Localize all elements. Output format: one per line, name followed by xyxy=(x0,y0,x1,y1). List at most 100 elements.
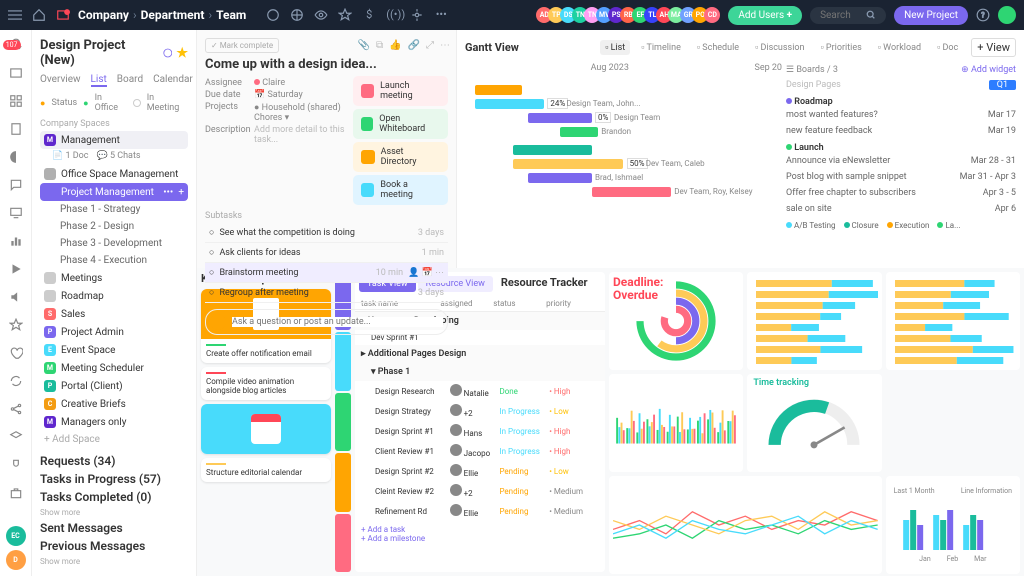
resource-phase[interactable]: ▾ Phase 1 xyxy=(355,363,605,381)
phase-item[interactable]: Phase 3 - Development xyxy=(40,235,188,252)
resource-row[interactable]: Design Strategy +2In Progress• Low xyxy=(355,401,605,421)
resource-row[interactable]: Refinement Rd ElliePending• Medium xyxy=(355,501,605,521)
more-icon[interactable]: ••• xyxy=(434,8,448,22)
notif-icon[interactable]: 107 xyxy=(9,38,23,52)
resource-row[interactable]: Client Review #1 JacopoIn Progress• High xyxy=(355,441,605,461)
home-icon[interactable] xyxy=(32,8,46,22)
favorite-star[interactable]: ★ xyxy=(176,46,188,61)
ktab-5[interactable] xyxy=(335,514,351,572)
subtask-row[interactable]: ○See what the competition is doing3 days xyxy=(205,223,448,243)
globe-icon[interactable] xyxy=(290,8,304,22)
kanban-card[interactable]: Compile video animation alongside blog a… xyxy=(201,367,331,400)
grid-icon[interactable] xyxy=(9,94,23,108)
add-task-link[interactable]: + Add a task xyxy=(361,525,599,534)
management-item[interactable]: M Management xyxy=(40,131,188,149)
breadcrumb[interactable]: Company› Department› Team xyxy=(78,8,246,22)
tree-item[interactable]: PPortal (Client) xyxy=(40,377,188,395)
tree-item[interactable]: CCreative Briefs xyxy=(40,395,188,413)
ktab-2[interactable] xyxy=(335,332,351,390)
gear-icon[interactable] xyxy=(410,8,424,22)
summary-item[interactable]: Previous Messages xyxy=(40,539,188,553)
comment-box[interactable] xyxy=(205,309,448,335)
subtask-row[interactable]: ○Brainstorm meeting10 min👤 📅 ⋯ xyxy=(205,263,448,283)
add-users-button[interactable]: Add Users + xyxy=(728,6,802,25)
tree-item[interactable]: PProject Admin xyxy=(40,323,188,341)
gantt-bar[interactable] xyxy=(513,145,592,155)
wifi-icon[interactable]: ((•)) xyxy=(386,8,400,22)
tree-item[interactable]: Roadmap xyxy=(40,287,188,305)
link-task-icon[interactable]: 🔗 xyxy=(408,40,420,51)
resource-row[interactable]: Design Sprint #1 HansIn Progress• High xyxy=(355,421,605,441)
share-icon[interactable] xyxy=(9,402,23,416)
kanban-card[interactable] xyxy=(201,404,331,454)
inbox-icon[interactable] xyxy=(56,8,70,22)
avatar-stack[interactable]: ADTPDSTNTNMVPSRBEFTLAHMAGRPOCD xyxy=(540,7,720,23)
view-priorities[interactable]: ▫ Priorities xyxy=(815,40,866,55)
ktab-4[interactable] xyxy=(335,453,351,511)
gantt-bar[interactable] xyxy=(528,173,591,183)
add-milestone-link[interactable]: + Add a milestone xyxy=(361,534,599,543)
widget-row[interactable]: most wanted features?Mar 17 xyxy=(786,107,1016,123)
summary-item[interactable]: Tasks in Progress (57) xyxy=(40,472,188,486)
subtask-row[interactable]: ○Ask clients for ideas1 min xyxy=(205,243,448,263)
play-icon[interactable] xyxy=(9,262,23,276)
summary-item[interactable]: Tasks Completed (0) xyxy=(40,490,188,504)
gantt-bar[interactable] xyxy=(475,99,545,109)
widget-row[interactable]: Post blog with sample snippetMar 31 - Ap… xyxy=(786,169,1016,185)
eye-icon[interactable] xyxy=(314,8,328,22)
tree-item[interactable]: Project Management•••+ xyxy=(40,183,188,201)
help-icon[interactable]: ? xyxy=(976,8,990,22)
phase-item[interactable]: Phase 2 - Design xyxy=(40,218,188,235)
kanban-card[interactable]: Structure editorial calendar xyxy=(201,458,331,482)
expand-icon[interactable]: ⤢ xyxy=(426,40,434,51)
widget-row[interactable]: sale on siteApr 6 xyxy=(786,201,1016,217)
action-button[interactable]: Asset Directory xyxy=(353,142,448,172)
subtask-row[interactable]: ○Regroup after meeting3 days xyxy=(205,283,448,303)
view-discussion[interactable]: ▫ Discussion xyxy=(750,40,809,55)
view-workload[interactable]: ▫ Workload xyxy=(873,40,926,55)
star-icon[interactable] xyxy=(338,8,352,22)
comment-input[interactable] xyxy=(232,317,443,327)
link-icon[interactable] xyxy=(266,8,280,22)
view-schedule[interactable]: ▫ Schedule xyxy=(692,40,744,55)
tree-item[interactable]: MMeeting Scheduler xyxy=(40,359,188,377)
add-view-button[interactable]: + View xyxy=(971,38,1016,57)
tree-item[interactable]: SSales xyxy=(40,305,188,323)
chart-icon[interactable] xyxy=(9,234,23,248)
summary-item[interactable]: Sent Messages xyxy=(40,521,188,535)
widget-row[interactable]: new feature feedbackMar 19 xyxy=(786,123,1016,139)
widget-row[interactable]: Offer free chapter to subscribersApr 3 -… xyxy=(786,185,1016,201)
tab-calendar[interactable]: Calendar xyxy=(153,74,193,87)
view-timeline[interactable]: ▫ Timeline xyxy=(636,40,686,55)
add-space-button[interactable]: + Add Space xyxy=(40,431,188,448)
widget-row[interactable]: Announce via eNewsletterMar 28 - 31 xyxy=(786,153,1016,169)
gantt-chart[interactable]: Aug 2023Sep 20 24%Design Team, John...0%… xyxy=(465,63,782,260)
phase-item[interactable]: Phase 4 - Execution xyxy=(40,252,188,269)
avatar[interactable]: CD xyxy=(704,7,720,23)
doc-icon[interactable] xyxy=(9,122,23,136)
heart-icon[interactable] xyxy=(9,346,23,360)
new-project-button[interactable]: New Project xyxy=(894,6,968,25)
sound-icon[interactable] xyxy=(9,290,23,304)
dollar-icon[interactable]: $ xyxy=(362,8,376,22)
menu-icon[interactable] xyxy=(8,8,22,22)
search-input[interactable] xyxy=(820,10,860,21)
resource-row[interactable]: Design Sprint #2 ElliePending• Low xyxy=(355,461,605,481)
chat-icon[interactable] xyxy=(9,178,23,192)
ktab-3[interactable] xyxy=(335,393,351,451)
action-button[interactable]: Launch meeting xyxy=(353,76,448,106)
tree-item[interactable]: MManagers only xyxy=(40,413,188,431)
tab-board[interactable]: Board xyxy=(117,74,143,87)
resource-group[interactable]: ▸ Additional Pages Design xyxy=(355,345,605,363)
like-icon[interactable]: 👍 xyxy=(389,40,401,51)
more-task-icon[interactable]: ⋯ xyxy=(440,40,450,51)
tree-item[interactable]: Office Space Management xyxy=(40,165,188,183)
info-icon[interactable] xyxy=(163,48,173,58)
tree-item[interactable]: EEvent Space xyxy=(40,341,188,359)
briefcase-icon[interactable] xyxy=(9,486,23,500)
attach-icon[interactable]: 📎 xyxy=(358,40,370,51)
workspace-avatar-2[interactable]: D xyxy=(6,550,26,570)
gantt-bar[interactable] xyxy=(513,159,624,169)
summary-item[interactable]: Requests (34) xyxy=(40,454,188,468)
gantt-bar[interactable] xyxy=(592,187,671,197)
